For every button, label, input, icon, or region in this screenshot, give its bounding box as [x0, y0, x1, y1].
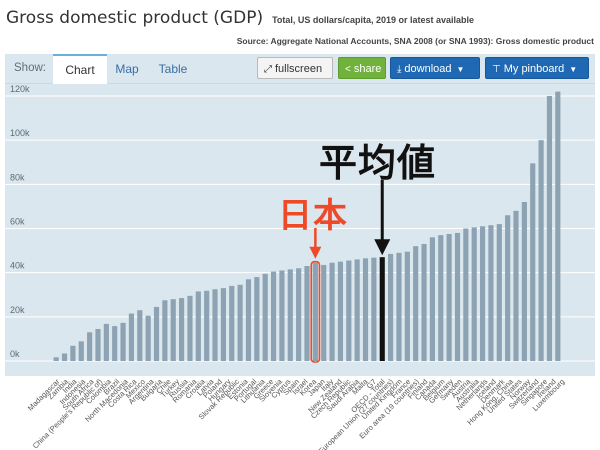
bar[interactable]	[87, 332, 93, 361]
bar[interactable]	[321, 264, 327, 361]
bar[interactable]	[396, 252, 402, 361]
bar[interactable]	[521, 202, 527, 361]
bar[interactable]	[454, 232, 461, 361]
bar[interactable]	[179, 298, 185, 361]
bar[interactable]	[312, 262, 318, 361]
bar[interactable]	[53, 357, 59, 361]
bar[interactable]	[70, 345, 76, 361]
bar[interactable]	[555, 91, 561, 361]
bar[interactable]	[471, 227, 477, 361]
bar[interactable]	[195, 291, 201, 361]
bar[interactable]	[270, 271, 277, 361]
bar[interactable]	[530, 163, 536, 361]
bar[interactable]	[513, 210, 519, 361]
bar[interactable]	[546, 96, 553, 361]
bar[interactable]	[162, 300, 168, 361]
bar[interactable]	[362, 258, 369, 361]
japan-arrow-head	[309, 246, 322, 259]
bar[interactable]	[254, 277, 260, 361]
bar[interactable]	[212, 289, 218, 361]
bar[interactable]	[371, 257, 377, 361]
bar[interactable]	[429, 237, 435, 361]
bar[interactable]	[304, 266, 310, 361]
bar[interactable]	[170, 299, 176, 361]
average-arrow-head	[374, 239, 391, 256]
bar[interactable]	[404, 251, 410, 361]
bar[interactable]	[153, 306, 160, 361]
bar[interactable]	[488, 225, 494, 361]
bar[interactable]	[421, 243, 427, 361]
bar[interactable]	[438, 235, 444, 362]
bar[interactable]	[388, 253, 394, 361]
y-tick-label: 120k	[10, 84, 30, 94]
bar[interactable]	[296, 268, 302, 361]
bar[interactable]	[204, 290, 210, 361]
y-tick-label: 60k	[10, 217, 25, 227]
bar[interactable]	[446, 234, 452, 361]
bar[interactable]	[78, 341, 84, 361]
bar[interactable]	[262, 273, 268, 361]
bar[interactable]	[496, 224, 502, 361]
bar[interactable]	[128, 313, 135, 361]
bar[interactable]	[112, 326, 118, 361]
bar[interactable]	[103, 323, 109, 361]
bar[interactable]	[505, 215, 511, 361]
bar[interactable]	[346, 260, 352, 361]
y-tick-label: 100k	[10, 128, 30, 138]
bar[interactable]	[237, 284, 243, 361]
bar[interactable]	[220, 288, 226, 362]
bar[interactable]	[187, 295, 193, 361]
bar[interactable]	[479, 226, 486, 361]
bar[interactable]	[463, 228, 469, 362]
y-tick-label: 20k	[10, 305, 25, 315]
bar[interactable]	[145, 315, 151, 361]
average-bar-marker	[379, 257, 385, 361]
bar[interactable]	[229, 285, 235, 361]
y-tick-label: 40k	[10, 261, 25, 271]
y-tick-label: 80k	[10, 172, 25, 182]
bar[interactable]	[61, 353, 68, 361]
japan-annotation: 日本	[278, 196, 348, 236]
bar[interactable]	[137, 310, 143, 361]
bar[interactable]	[245, 279, 252, 361]
y-tick-label: 0k	[10, 349, 20, 359]
average-annotation: 平均値	[319, 141, 437, 185]
bar[interactable]	[354, 259, 360, 361]
bar[interactable]	[329, 262, 335, 361]
bar[interactable]	[337, 261, 344, 362]
bar[interactable]	[95, 328, 101, 361]
bar[interactable]	[120, 322, 126, 361]
bar[interactable]	[287, 269, 293, 361]
bar[interactable]	[538, 140, 544, 361]
bar[interactable]	[413, 246, 419, 361]
bar[interactable]	[279, 270, 285, 361]
